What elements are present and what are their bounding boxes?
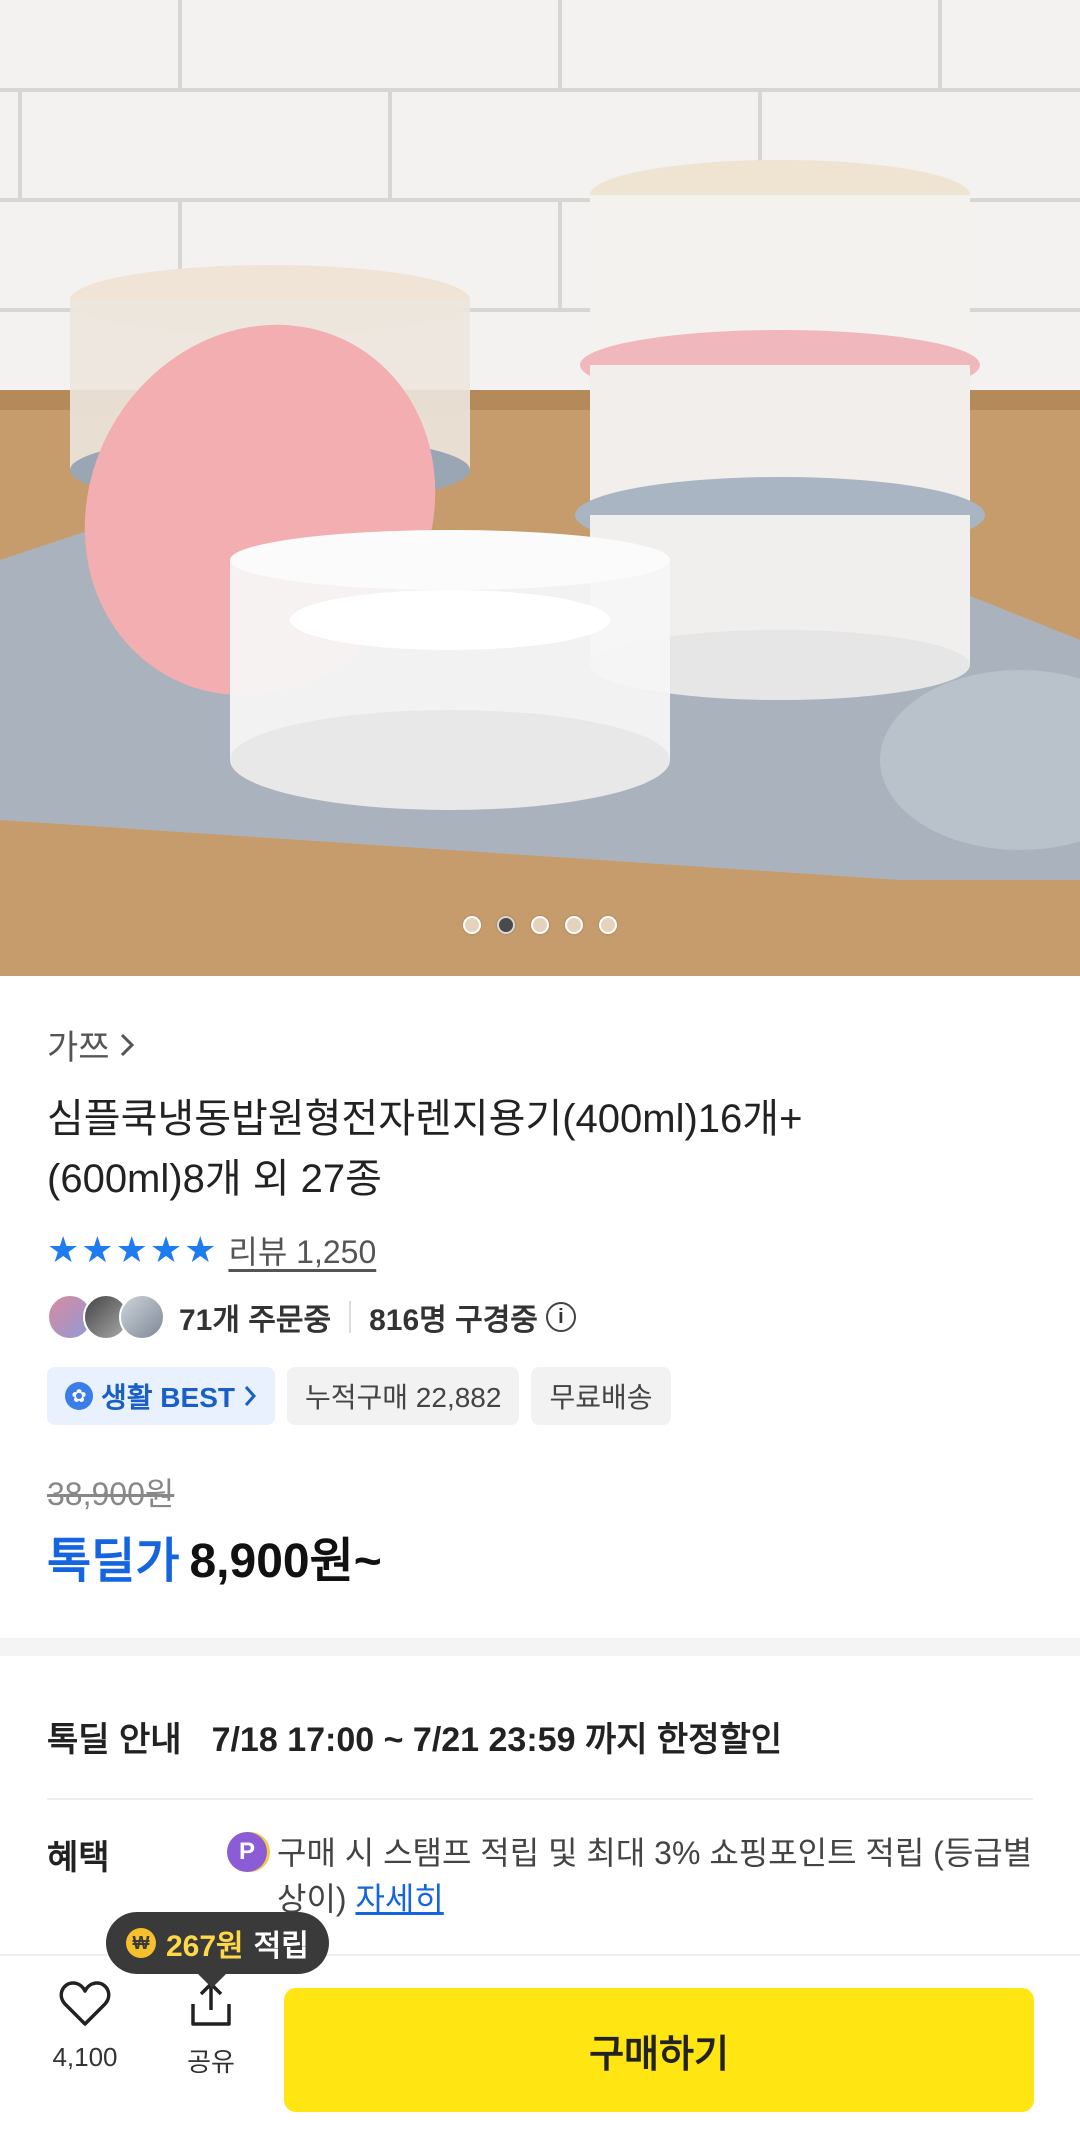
reward-amount: 267원 [166,1930,244,1963]
product-title: 심플쿡냉동밥원형전자렌지용기(400ml)16개+ (600ml)8개 외 27… [47,1089,1033,1209]
product-photo [0,0,1080,976]
badge-row: ✿ 생활 BEST 누적구매 22,882 무료배송 [47,1367,1033,1425]
price-row: 톡딜가 8,900원~ [47,1521,1033,1591]
product-image-carousel[interactable] [0,0,1080,976]
orders-count: 71개 주문중 [179,1304,332,1337]
carousel-dot-active[interactable] [497,916,515,934]
activity-row: 71개 주문중 816명 구경중 i [47,1289,1033,1345]
like-count: 4,100 [52,2042,118,2072]
benefit-content: P 구매 시 스탬프 적립 및 최대 3% 쇼핑포인트 적립 (등급별 상이) … [227,1830,1033,1922]
product-title-line: 심플쿡냉동밥원형전자렌지용기(400ml)16개+ [47,1097,803,1141]
carousel-indicator [0,916,1080,934]
star-icon: ★ [47,1229,80,1270]
reward-suffix: 적립 [253,1930,309,1963]
best-badge-label: 생활 BEST [101,1382,235,1413]
like-button[interactable]: 4,100 [40,1980,130,2073]
benefit-detail-link[interactable]: 자세히 [355,1881,443,1917]
section-divider [0,1638,1080,1656]
avatar [119,1294,165,1340]
product-title-line: (600ml)8개 외 27종 [47,1157,382,1201]
benefit-label: 혜택 [47,1839,110,1877]
heart-icon [59,1981,111,2026]
viewers-count: 816명 구경중 [369,1304,538,1337]
deal-period: 7/18 17:00 ~ 7/21 23:59 까지 한정할인 [211,1720,783,1759]
deal-info-section: 톡딜 안내 7/18 17:00 ~ 7/21 23:59 까지 한정할인 혜택… [47,1700,1033,1922]
share-label: 공유 [187,2047,235,2077]
carousel-dot[interactable] [463,916,481,934]
star-icon: ★ [184,1229,217,1270]
coin-icon: ₩ [126,1928,156,1958]
original-price: 38,900원 [47,1476,175,1512]
benefit-row: 혜택 P 구매 시 스탬프 적립 및 최대 3% 쇼핑포인트 적립 (등급별 상… [47,1830,1033,1922]
divider [47,1798,1033,1800]
star-icon: ★ [115,1229,148,1270]
carousel-dot[interactable] [599,916,617,934]
bottom-action-bar: 4,100 공유 구매하기 [0,1954,1080,2140]
star-icon: ★ [149,1229,183,1270]
carousel-dot[interactable] [531,916,549,934]
benefit-description: 구매 시 스탬프 적립 및 최대 3% 쇼핑포인트 적립 (등급별 상이) 자세… [277,1830,1033,1922]
deal-period-row: 톡딜 안내 7/18 17:00 ~ 7/21 23:59 까지 한정할인 [47,1700,1033,1772]
star-rating: ★ ★ ★ ★ ★ [47,1232,216,1268]
carousel-dot[interactable] [565,916,583,934]
deal-info-label: 톡딜 안내 [47,1720,182,1759]
brand-name: 가쯔 [47,1029,110,1067]
divider [349,1301,352,1333]
chevron-right-icon [244,1386,256,1406]
info-icon[interactable]: i [545,1302,576,1332]
buyer-avatars [47,1294,165,1340]
point-icon: P [227,1832,267,1872]
cumulative-sales-badge: 누적구매 22,882 [286,1367,520,1425]
review-link[interactable]: 리뷰 1,250 [228,1227,376,1273]
deal-label: 톡딜가 [47,1535,180,1588]
deal-price: 8,900원~ [189,1535,382,1588]
free-shipping-badge: 무료배송 [531,1367,671,1425]
best-badge[interactable]: ✿ 생활 BEST [47,1367,275,1425]
chevron-right-icon [120,1033,134,1056]
reward-tooltip: ₩ 267원 적립 [106,1912,329,1988]
rating-row[interactable]: ★ ★ ★ ★ ★ 리뷰 1,250 [47,1227,1033,1273]
buy-button[interactable]: 구매하기 [284,1988,1034,2112]
star-icon: ★ [81,1229,114,1270]
brand-link[interactable]: 가쯔 [47,1020,1033,1069]
share-button[interactable]: 공유 [166,1980,256,2079]
product-info: 가쯔 심플쿡냉동밥원형전자렌지용기(400ml)16개+ (600ml)8개 외… [47,1020,1033,1591]
badge-star-icon: ✿ [65,1382,93,1410]
